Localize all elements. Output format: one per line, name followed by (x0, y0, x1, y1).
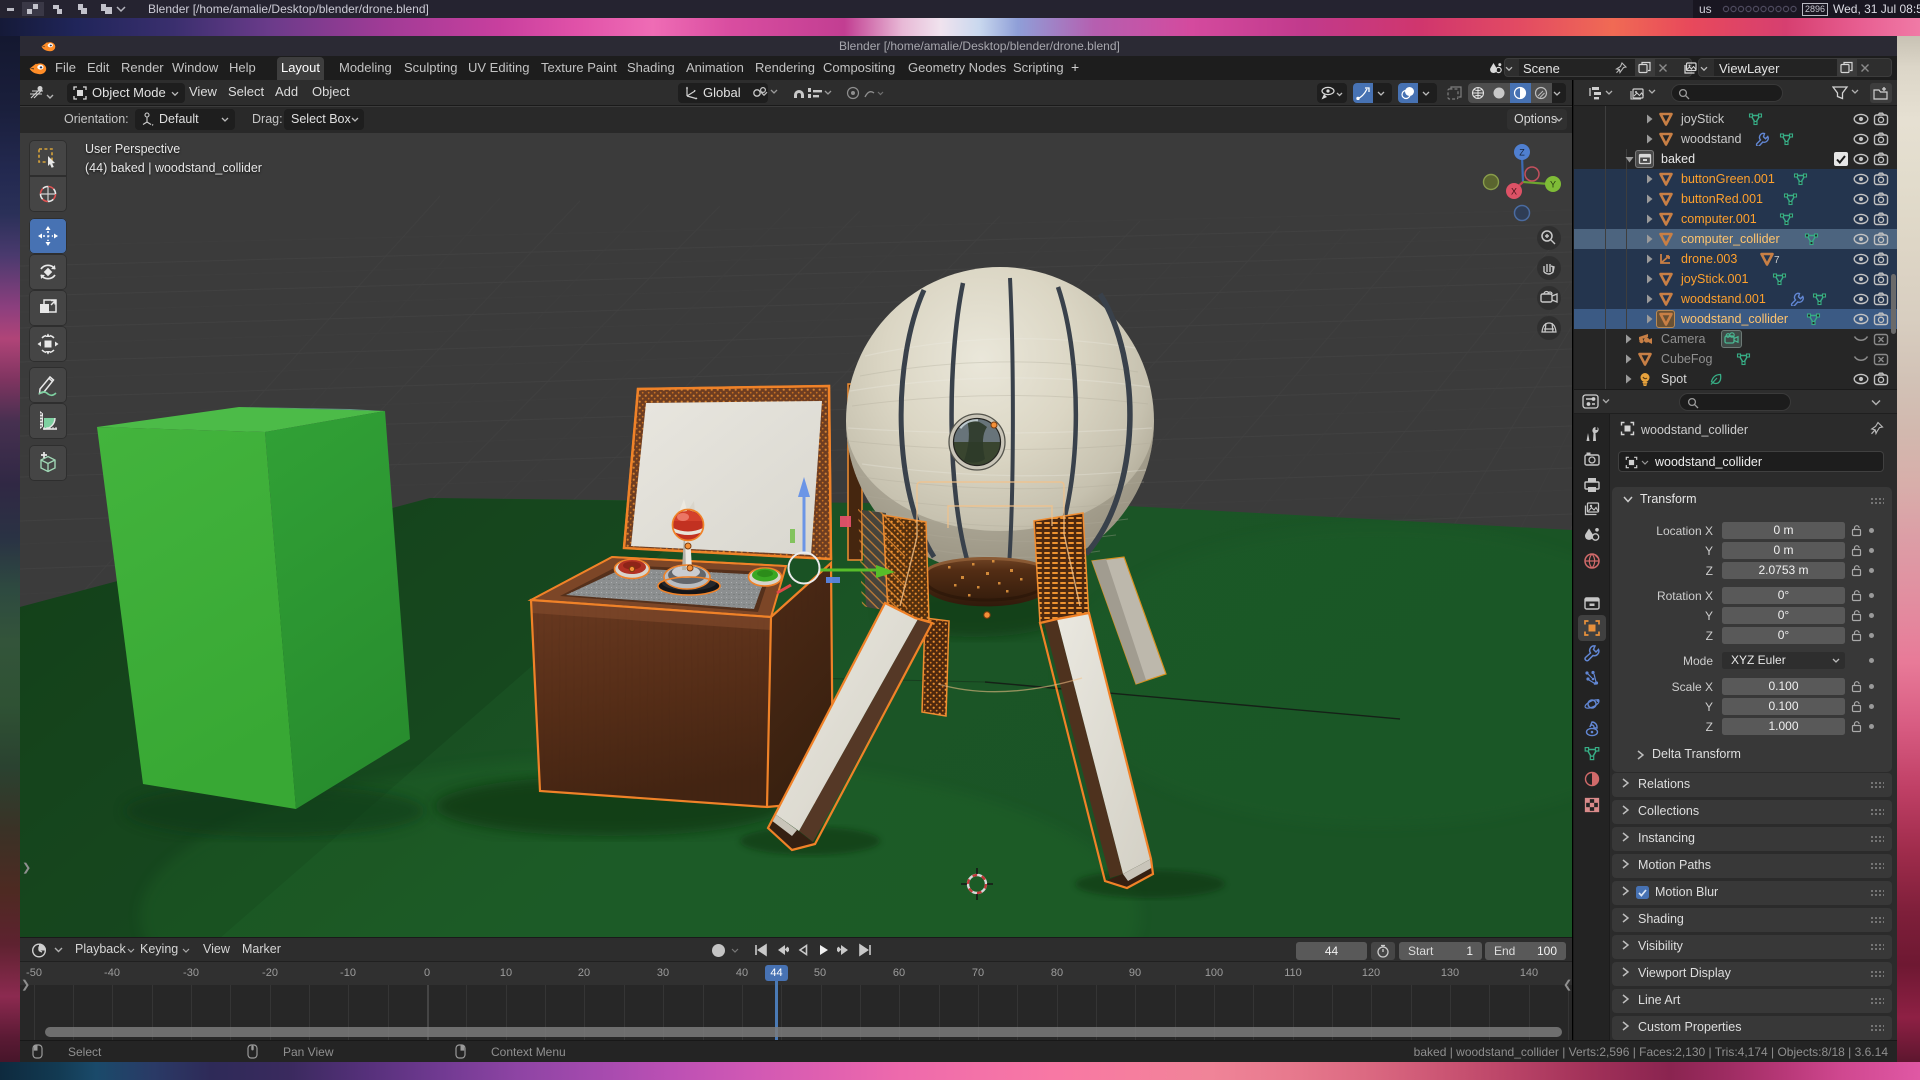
svg-text:Z: Z (1519, 148, 1525, 158)
svg-text:Y: Y (1550, 180, 1556, 190)
svg-text:X: X (1511, 187, 1517, 197)
